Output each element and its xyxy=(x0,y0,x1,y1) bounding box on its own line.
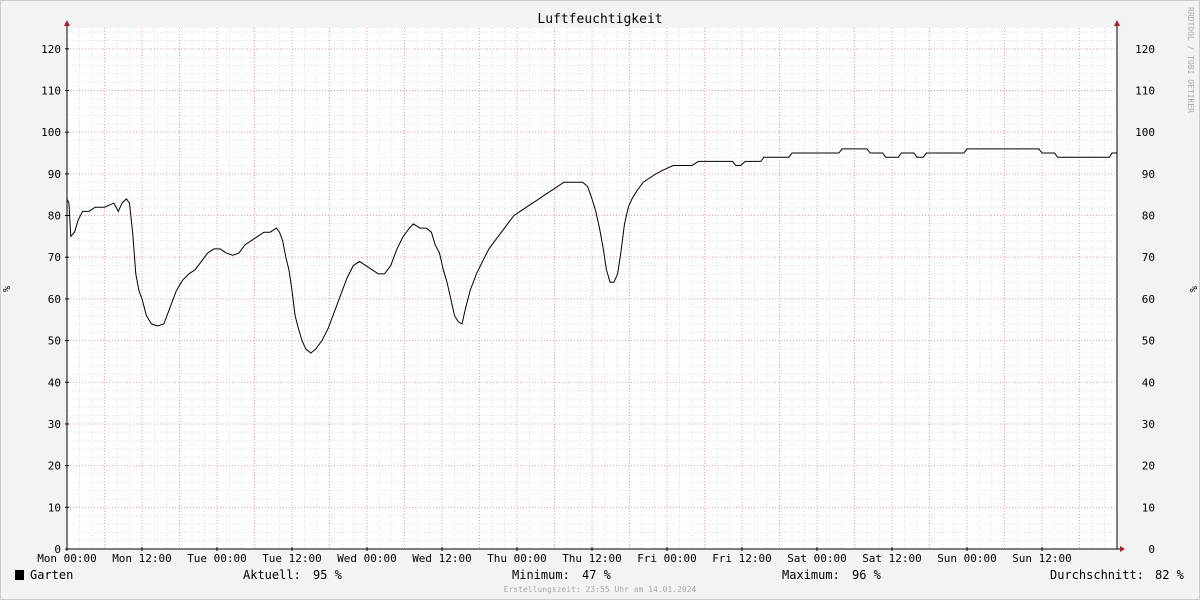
y-tick-label-right: 10 xyxy=(1142,501,1155,514)
y-axis-label-left: % xyxy=(2,286,13,292)
x-tick-label: Wed 00:00 xyxy=(337,552,397,565)
stat-average-label: Durchschnitt: xyxy=(1050,568,1144,582)
plot-area: 0 010 1020 2030 3040 4050 5060 6070 7080 8090 9010… xyxy=(37,20,1155,565)
y-tick-label-left: 120 xyxy=(41,43,61,56)
watermark: RRDTOOL / TOBI OETIKER xyxy=(1186,7,1195,113)
y-tick-label-left: 20 xyxy=(48,460,61,473)
x-tick-label: Sat 12:00 xyxy=(862,552,922,565)
legend-series-label: Garten xyxy=(30,568,73,582)
x-tick-label: Fri 00:00 xyxy=(637,552,697,565)
x-tick-label: Thu 00:00 xyxy=(487,552,547,565)
y-tick-label-left: 80 xyxy=(48,210,61,223)
legend-swatch xyxy=(15,570,24,580)
y-tick-label-right: 40 xyxy=(1142,376,1155,389)
x-tick-label: Tue 00:00 xyxy=(187,552,247,565)
y-tick-label-right: 60 xyxy=(1142,293,1155,306)
y-axis-label-right: % xyxy=(1187,286,1198,292)
humidity-chart: Luftfeuchtigkeit RRDTOOL / TOBI OETIKER … xyxy=(0,0,1200,600)
y-tick-label-right: 80 xyxy=(1142,210,1155,223)
stat-average-value: 82 % xyxy=(1155,568,1185,582)
footer-timestamp: Erstellungszeit: 23:55 Uhr am 14.01.2024 xyxy=(504,585,697,594)
stat-maximum-label: Maximum: xyxy=(782,568,840,582)
stat-maximum-value: 96 % xyxy=(852,568,882,582)
x-tick-label: Mon 00:00 xyxy=(37,552,97,565)
stat-current-value: 95 % xyxy=(313,568,343,582)
x-tick-label: Tue 12:00 xyxy=(262,552,322,565)
x-tick-label: Thu 12:00 xyxy=(562,552,622,565)
y-tick-label-left: 110 xyxy=(41,85,61,98)
y-tick-label-right: 70 xyxy=(1142,251,1155,264)
y-tick-label-right: 30 xyxy=(1142,418,1155,431)
x-tick-label: Fri 12:00 xyxy=(712,552,772,565)
y-tick-label-left: 90 xyxy=(48,168,61,181)
y-tick-label-left: 100 xyxy=(41,126,61,139)
y-tick-label-right: 20 xyxy=(1142,460,1155,473)
y-tick-label-right: 90 xyxy=(1142,168,1155,181)
chart-container: Luftfeuchtigkeit RRDTOOL / TOBI OETIKER … xyxy=(0,0,1200,600)
x-tick-label: Wed 12:00 xyxy=(412,552,472,565)
stat-minimum-label: Minimum: xyxy=(512,568,570,582)
y-tick-label-left: 70 xyxy=(48,251,61,264)
x-tick-label: Sat 00:00 xyxy=(787,552,847,565)
x-tick-label: Sun 00:00 xyxy=(937,552,997,565)
chart-title: Luftfeuchtigkeit xyxy=(537,12,662,27)
y-tick-label-right: 50 xyxy=(1142,335,1155,348)
y-tick-label-left: 30 xyxy=(48,418,61,431)
y-tick-label-left: 10 xyxy=(48,501,61,514)
y-tick-label-left: 60 xyxy=(48,293,61,306)
y-tick-label-right: 100 xyxy=(1135,126,1155,139)
y-tick-label-right: 0 xyxy=(1148,543,1155,556)
y-tick-label-left: 50 xyxy=(48,335,61,348)
y-tick-label-right: 120 xyxy=(1135,43,1155,56)
x-tick-label: Mon 12:00 xyxy=(112,552,172,565)
y-tick-label-right: 110 xyxy=(1135,85,1155,98)
stat-current-label: Aktuell: xyxy=(243,568,301,582)
y-tick-label-left: 40 xyxy=(48,376,61,389)
stat-minimum-value: 47 % xyxy=(582,568,612,582)
x-tick-label: Sun 12:00 xyxy=(1012,552,1072,565)
